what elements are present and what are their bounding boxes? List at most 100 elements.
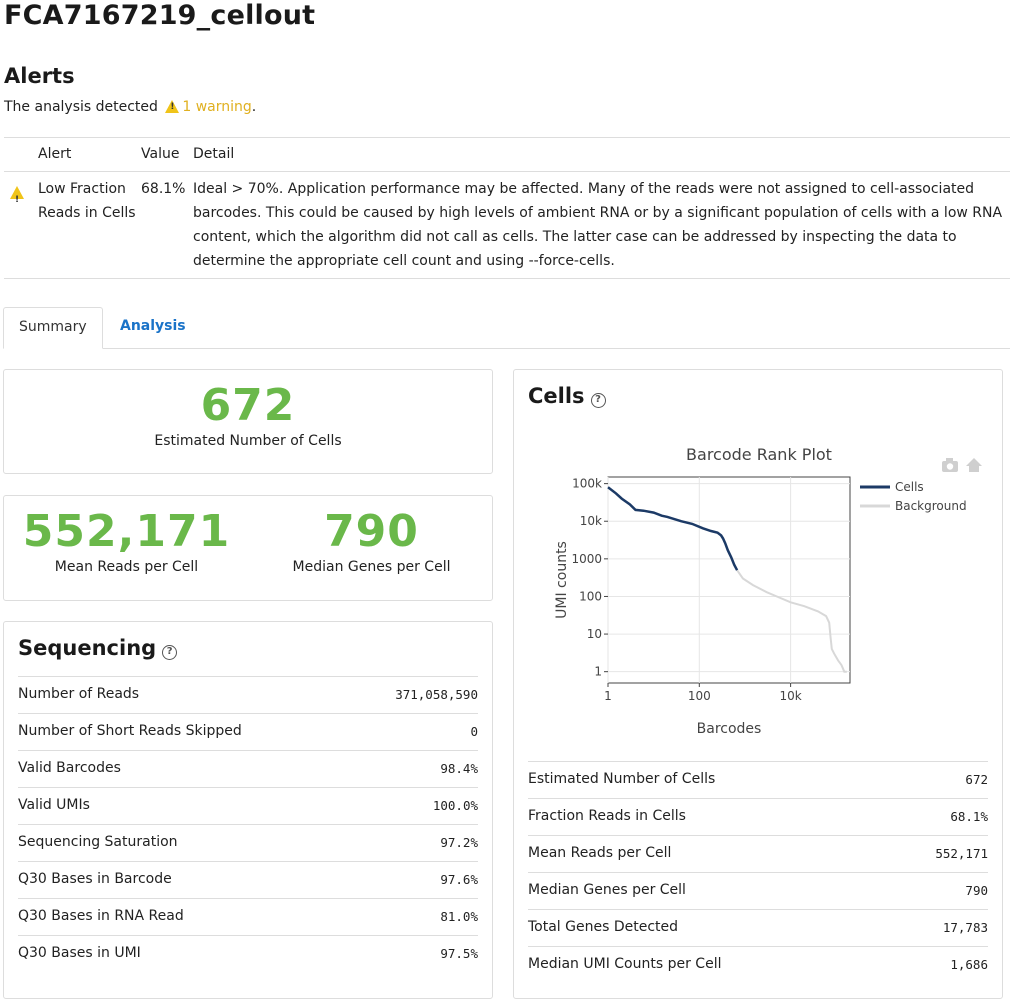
- sequencing-metric-row: Number of Short Reads Skipped 0: [18, 713, 478, 750]
- help-icon[interactable]: ?: [162, 645, 178, 660]
- estimated-cells-value: 672: [200, 380, 296, 431]
- cells-metric-row: Total Genes Detected 17,783: [528, 909, 988, 946]
- cells-metric-label: Total Genes Detected: [528, 919, 679, 935]
- cells-metric-row: Median UMI Counts per Cell 1,686: [528, 946, 988, 983]
- sequencing-card: Sequencing? Number of Reads 371,058,590 Nu…: [3, 621, 493, 999]
- sequencing-metric-label: Sequencing Saturation: [18, 834, 178, 850]
- reads-genes-card: 552,171 Mean Reads per Cell 790 Median G…: [3, 495, 493, 601]
- tab-summary[interactable]: Summary: [3, 307, 103, 349]
- col-alert-header: Alert: [38, 146, 72, 162]
- sequencing-title: Sequencing: [18, 636, 157, 660]
- sequencing-metric-label: Q30 Bases in Barcode: [18, 871, 172, 887]
- alert-table: Alert Value Detail Low Fraction Reads in…: [4, 137, 1010, 279]
- tab-analysis[interactable]: Analysis: [105, 307, 201, 349]
- sequencing-metric-value: 0: [470, 724, 478, 739]
- cells-metric-value: 68.1%: [950, 809, 988, 824]
- sequencing-metric-label: Valid Barcodes: [18, 760, 121, 776]
- col-value-header: Value: [141, 146, 180, 162]
- alert-name: Low Fraction Reads in Cells: [38, 181, 136, 221]
- sequencing-metric-label: Number of Reads: [18, 686, 140, 702]
- y-tick-label: 100k: [572, 477, 602, 491]
- barcode-rank-plot: Barcode Rank Plot 1 100 10k 110100100010k1…: [554, 445, 982, 737]
- median-genes-block: 790 Median Genes per Cell: [249, 506, 494, 575]
- cells-metric-value: 790: [965, 883, 988, 898]
- sequencing-metric-row: Sequencing Saturation 97.2%: [18, 824, 478, 861]
- cells-metric-row: Fraction Reads in Cells 68.1%: [528, 798, 988, 835]
- estimated-cells-label: Estimated Number of Cells: [154, 433, 342, 449]
- cells-metric-value: 1,686: [950, 957, 988, 972]
- alerts-heading: Alerts: [4, 64, 75, 88]
- sequencing-metric-row: Valid UMIs 100.0%: [18, 787, 478, 824]
- alert-detail: Ideal > 70%. Application performance may…: [193, 181, 1003, 269]
- cells-metric-row: Estimated Number of Cells 672: [528, 761, 988, 798]
- warning-icon: [165, 100, 180, 113]
- cells-card: Cells? Barcode Rank Plot 1 100 10k 1 10 100 1…: [513, 369, 1003, 999]
- cells-metric-label: Estimated Number of Cells: [528, 771, 716, 787]
- y-tick-label: 1000: [571, 552, 602, 566]
- grid: [607, 477, 850, 683]
- median-genes-label: Median Genes per Cell: [292, 559, 451, 575]
- cells-metric-value: 17,783: [942, 920, 988, 935]
- cells-metric-label: Median UMI Counts per Cell: [528, 956, 722, 972]
- sequencing-metric-label: Q30 Bases in RNA Read: [18, 908, 184, 924]
- mean-reads-label: Mean Reads per Cell: [54, 559, 199, 575]
- alert-value: 68.1%: [141, 181, 186, 197]
- chart-legend: Cells Background: [860, 480, 967, 513]
- series-line-cells: [607, 486, 739, 571]
- alert-row: Low Fraction Reads in Cells 68.1% Ideal …: [4, 172, 1010, 278]
- sequencing-metric-label: Q30 Bases in UMI: [18, 945, 141, 961]
- series-line-background: [736, 569, 847, 673]
- cells-metric-value: 552,171: [935, 846, 988, 861]
- home-icon[interactable]: [966, 458, 982, 472]
- x-axis-label: Barcodes: [697, 721, 762, 737]
- median-genes-value: 790: [324, 506, 419, 557]
- legend-label: Cells: [895, 480, 924, 494]
- x-axis-ticks: 1 100 10k: [604, 683, 802, 703]
- page-title: FCA7167219_cellout: [4, 0, 316, 31]
- legend-label: Background: [895, 499, 967, 513]
- y-tick-label: 1: [594, 665, 602, 679]
- sequencing-metric-label: Number of Short Reads Skipped: [18, 723, 242, 739]
- y-tick-label: 100: [579, 589, 602, 603]
- sequencing-metric-row: Q30 Bases in RNA Read 81.0%: [18, 898, 478, 935]
- y-tick-label: 10: [587, 627, 602, 641]
- sequencing-metric-value: 81.0%: [440, 909, 478, 924]
- cells-metric-value: 672: [965, 772, 988, 787]
- sequencing-metric-value: 98.4%: [440, 761, 478, 776]
- cells-metric-label: Fraction Reads in Cells: [528, 808, 686, 824]
- sequencing-metric-row: Q30 Bases in UMI 97.5%: [18, 935, 478, 972]
- y-tick-label: 10k: [580, 514, 602, 528]
- sequencing-metric-value: 100.0%: [432, 798, 478, 813]
- alert-table-header: Alert Value Detail: [4, 138, 1010, 172]
- chart-title: Barcode Rank Plot: [686, 445, 832, 464]
- sequencing-metric-row: Number of Reads 371,058,590: [18, 676, 478, 713]
- estimated-cells-card: 672 Estimated Number of Cells: [3, 369, 493, 474]
- camera-icon[interactable]: [942, 458, 958, 472]
- mean-reads-block: 552,171 Mean Reads per Cell: [4, 506, 249, 575]
- x-tick-label: 100: [688, 689, 711, 703]
- sequencing-metric-row: Valid Barcodes 98.4%: [18, 750, 478, 787]
- warning-icon: [10, 181, 24, 212]
- sequencing-metric-value: 97.6%: [440, 872, 478, 887]
- cells-metric-row: Median Genes per Cell 790: [528, 872, 988, 909]
- series: [607, 486, 847, 673]
- col-detail-header: Detail: [193, 146, 235, 162]
- alerts-summary: The analysis detected 1 warning.: [4, 99, 256, 115]
- warning-count: 1 warning: [182, 99, 252, 115]
- x-tick-label: 1: [604, 689, 612, 703]
- mean-reads-value: 552,171: [22, 506, 231, 557]
- sequencing-metric-value: 97.2%: [440, 835, 478, 850]
- sequencing-metric-value: 371,058,590: [395, 687, 478, 702]
- plot-area-frame: [607, 476, 851, 684]
- x-tick-label: 10k: [779, 689, 801, 703]
- sequencing-title-row: Sequencing?: [18, 636, 178, 660]
- cells-metric-label: Median Genes per Cell: [528, 882, 686, 898]
- alerts-summary-suffix: .: [251, 99, 257, 115]
- sequencing-metric-label: Valid UMIs: [18, 797, 90, 813]
- cells-metric-label: Mean Reads per Cell: [528, 845, 672, 861]
- cells-metric-row: Mean Reads per Cell 552,171: [528, 835, 988, 872]
- alerts-summary-prefix: The analysis detected: [4, 99, 158, 115]
- y-axis-ticks: 1 10 100 1000 10k 100k: [571, 477, 608, 679]
- sequencing-metric-value: 97.5%: [440, 946, 478, 961]
- y-axis-label: UMI counts: [554, 541, 570, 619]
